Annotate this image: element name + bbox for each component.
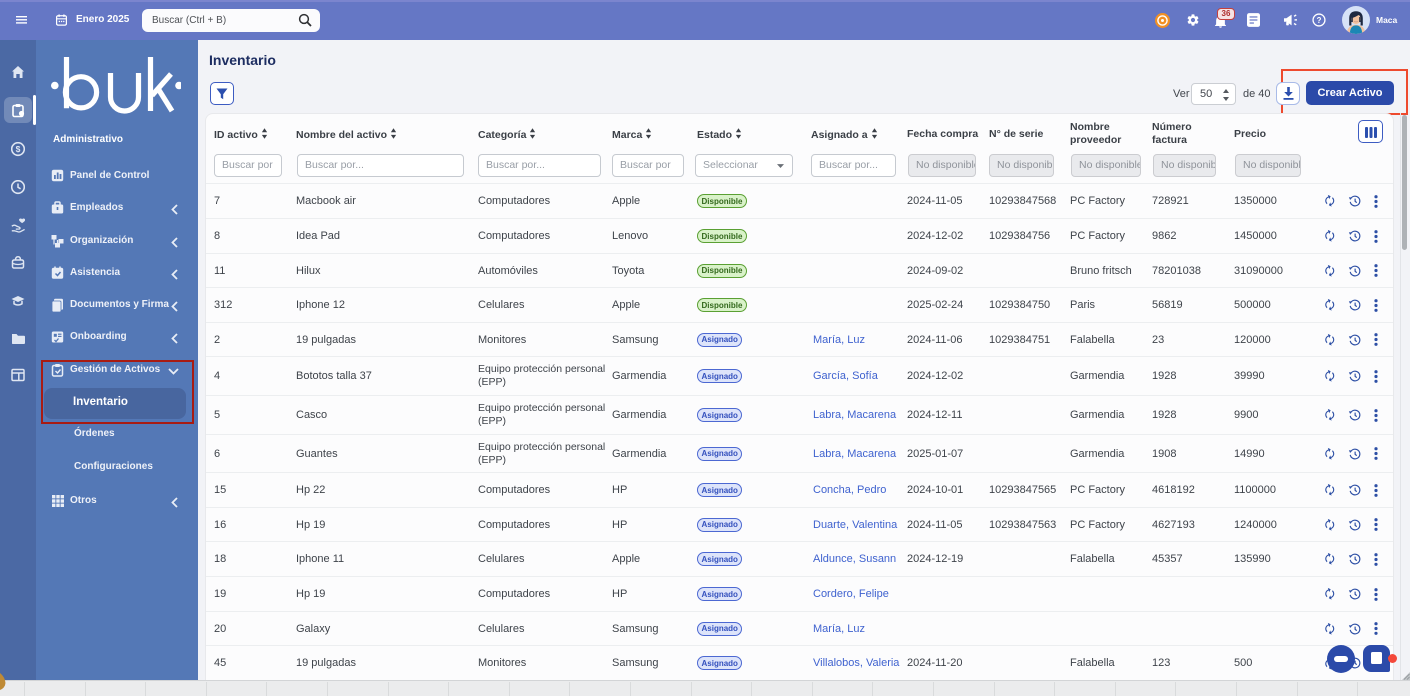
svg-text:?: ? xyxy=(1317,16,1322,25)
svg-text:$: $ xyxy=(16,144,21,154)
